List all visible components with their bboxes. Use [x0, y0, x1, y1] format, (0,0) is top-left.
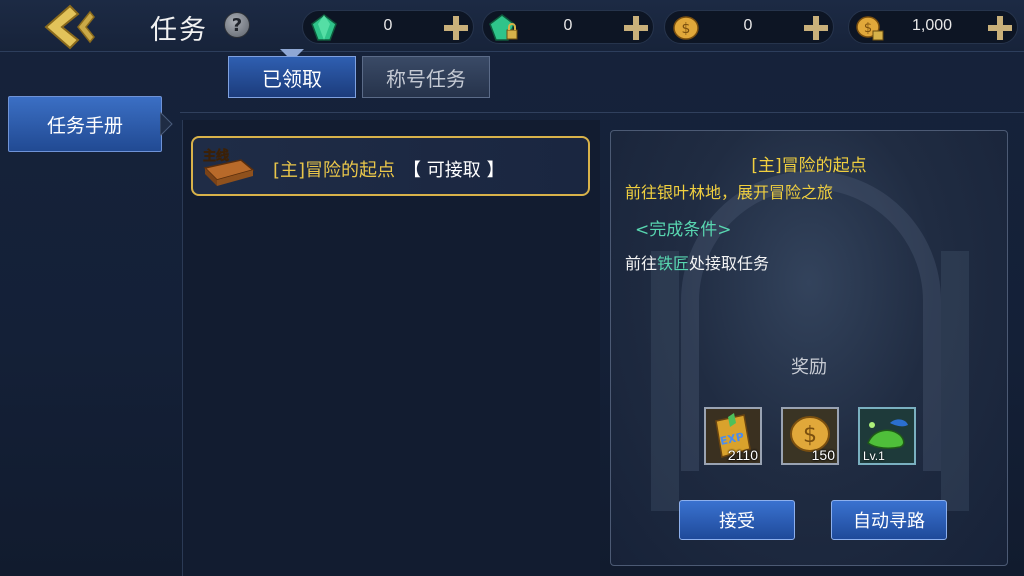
main-quest-badge-text: 主线	[203, 148, 229, 164]
quest-name: [主]冒险的起点	[273, 160, 396, 181]
svg-text:$: $	[682, 21, 691, 37]
currency-value: 0	[383, 17, 393, 34]
completion-condition-heading: <完成条件>	[635, 220, 732, 240]
divider	[180, 112, 1024, 113]
currency-value: 0	[563, 17, 573, 34]
currency-locked-green-gem: 0	[482, 10, 654, 44]
currency-locked-gold-coin: $ 1,000	[848, 10, 1018, 44]
task-npc-link[interactable]: 铁匠	[657, 254, 689, 273]
svg-text:$: $	[864, 21, 872, 36]
accept-button[interactable]: 接受	[679, 500, 795, 540]
reward-level: Lv.1	[863, 449, 885, 463]
add-locked-gold-coin-plus-icon[interactable]	[985, 14, 1015, 42]
task-suffix: 处接取任务	[689, 254, 770, 273]
currency-value: 0	[743, 17, 753, 34]
background-pillar	[651, 251, 679, 511]
add-green-gem-plus-icon[interactable]	[441, 14, 471, 42]
tab-accepted[interactable]: 已领取	[228, 56, 356, 98]
add-locked-green-gem-plus-icon[interactable]	[621, 14, 651, 42]
reward-gold[interactable]: $ 150	[781, 407, 839, 465]
task-prefix: 前往	[625, 254, 658, 273]
add-gold-coin-plus-icon[interactable]	[801, 14, 831, 42]
currency-gold-coin: $ 0	[664, 10, 834, 44]
task-requirement: 前往铁匠处接取任务	[625, 250, 769, 274]
svg-text:$: $	[803, 423, 817, 448]
quest-list-item[interactable]: 主线 [主]冒险的起点 【 可接取 】	[191, 136, 590, 196]
detail-title: [主]冒险的起点	[751, 156, 867, 176]
help-button[interactable]: ?	[224, 12, 250, 38]
background-pillar	[941, 251, 969, 511]
quest-detail-panel: [主]冒险的起点 前往银叶林地，展开冒险之旅 <完成条件> 前往铁匠处接取任务 …	[610, 130, 1008, 566]
main-quest-badge-icon: 主线	[201, 146, 257, 188]
reward-count: 150	[811, 447, 835, 463]
reward-item[interactable]: Lv.1	[858, 407, 916, 465]
back-arrow-icon[interactable]	[40, 4, 100, 50]
auto-pathfind-button[interactable]: 自动寻路	[831, 500, 947, 540]
top-bar: 任务 ? 0 0 $ 0 $ 1,000	[0, 0, 1024, 52]
currency-value: 1,000	[911, 17, 953, 34]
quest-status: 【 可接取 】	[403, 160, 505, 181]
reward-label: 奖励	[791, 357, 827, 378]
page-title: 任务	[150, 15, 208, 46]
sidebar-pointer-icon	[159, 110, 174, 138]
detail-description: 前往银叶林地，展开冒险之旅	[625, 183, 834, 202]
reward-exp[interactable]: EXP 2110	[704, 407, 762, 465]
tab-title-quests[interactable]: 称号任务	[362, 56, 490, 98]
reward-count: 2110	[727, 447, 758, 463]
sidebar-item-quest-handbook[interactable]: 任务手册	[8, 96, 162, 152]
currency-green-gem: 0	[302, 10, 474, 44]
